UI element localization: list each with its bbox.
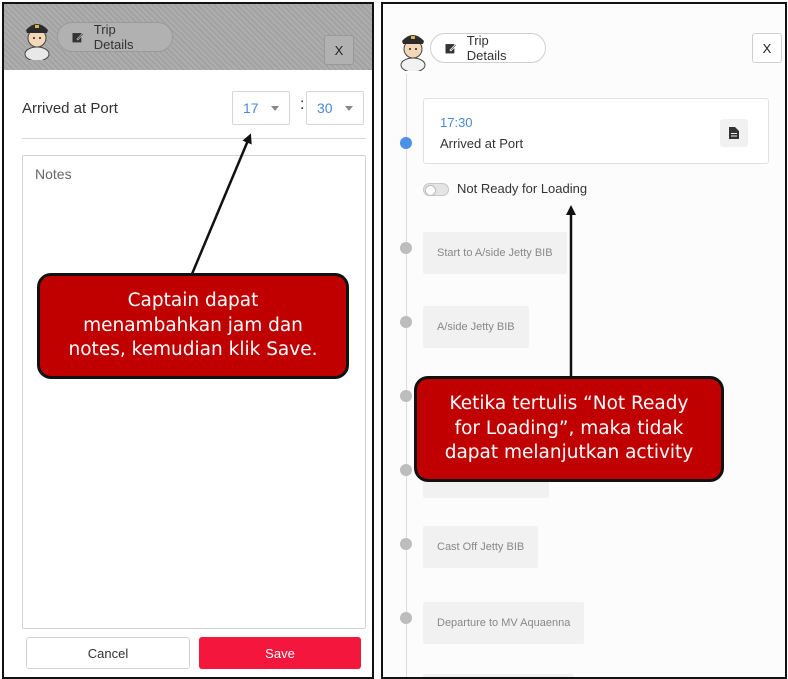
callout-left-text: Captain dapat menambahkan jam dan notes,… [68, 290, 318, 361]
callout-right: Ketika tertulis “Not Ready for Loading”,… [414, 376, 724, 482]
callout-left: Captain dapat menambahkan jam dan notes,… [37, 273, 349, 379]
callout-right-text: Ketika tertulis “Not Ready for Loading”,… [444, 393, 694, 464]
arrow [190, 133, 252, 275]
